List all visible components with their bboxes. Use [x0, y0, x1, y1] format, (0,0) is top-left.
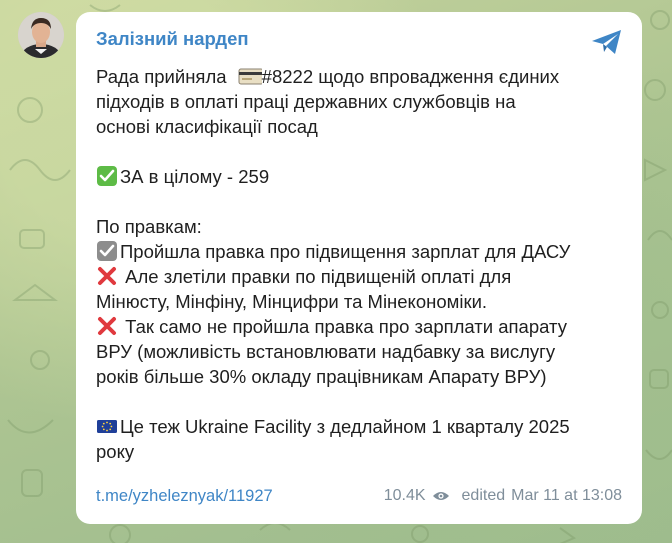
post-link[interactable]: t.me/yzheleznyak/11927 [96, 487, 273, 506]
red-cross-icon [98, 267, 116, 285]
share-arrow-icon[interactable] [590, 27, 624, 57]
vote-line: ЗА в цілому - 259 [96, 164, 626, 189]
message-line-3: основі класифікації посад [96, 116, 318, 137]
amendment-2-line-1: Але злетіли правки по підвищеній оплаті … [96, 264, 626, 289]
amendment-1-text: Пройшла правка про підвищення зарплат дл… [120, 241, 571, 262]
channel-title[interactable]: Залізний нардеп [96, 28, 249, 50]
message-intro: Рада прийняла [96, 66, 227, 87]
amendment-3-line-3: років більше 30% окладу працівникам Апар… [96, 366, 547, 387]
message-footer: t.me/yzheleznyak/11927 10.4K edited Mar … [96, 487, 622, 509]
eu-line-1: Це теж Ukraine Facility з дедлайном 1 кв… [96, 414, 626, 439]
view-count: 10.4K [383, 487, 426, 504]
eu-line-2: року [96, 441, 135, 462]
amendment-3-line-1: Так само не пройшла правка про зарплати … [96, 314, 626, 339]
gray-check-box-icon [97, 241, 117, 261]
message-line-2: підходів в оплаті праці державних службо… [96, 91, 516, 112]
green-check-mark-icon [97, 166, 117, 186]
eu-flag-icon [97, 420, 117, 433]
bill-card-icon [238, 68, 262, 85]
avatar-portrait [18, 12, 64, 58]
message-timestamp: Mar 11 at 13:08 [511, 487, 622, 504]
amendment-2-text-1: Але злетіли правки по підвищеній оплаті … [120, 266, 512, 287]
message-meta: 10.4K edited Mar 11 at 13:08 [384, 487, 622, 505]
channel-avatar[interactable] [18, 12, 64, 58]
amendment-2-line-2: Мінюсту, Мінфіну, Мінцифри та Мінекономі… [96, 291, 488, 312]
message-bubble: Залізний нардеп Рада прийняла #8222 щодо… [76, 12, 642, 524]
amendment-1-line: Пройшла правка про підвищення зарплат дл… [96, 239, 626, 264]
edited-label: edited [461, 487, 506, 504]
message-line-1: Рада прийняла #8222 щодо впровадження єд… [96, 64, 626, 89]
amendment-3-text-1: Так само не пройшла правка про зарплати … [120, 316, 567, 337]
message-bill: #8222 щодо впровадження єдиних [261, 66, 560, 87]
amendments-header: По правкам: [96, 216, 202, 237]
eye-icon [432, 492, 449, 500]
vote-result: ЗА в цілому - 259 [120, 166, 270, 187]
eu-text-1: Це теж Ukraine Facility з дедлайном 1 кв… [120, 416, 570, 437]
amendment-3-line-2: ВРУ (можливість встановлювати надбавку з… [96, 341, 556, 362]
message-text: Рада прийняла #8222 щодо впровадження єд… [96, 64, 626, 464]
red-cross-icon [98, 317, 116, 335]
